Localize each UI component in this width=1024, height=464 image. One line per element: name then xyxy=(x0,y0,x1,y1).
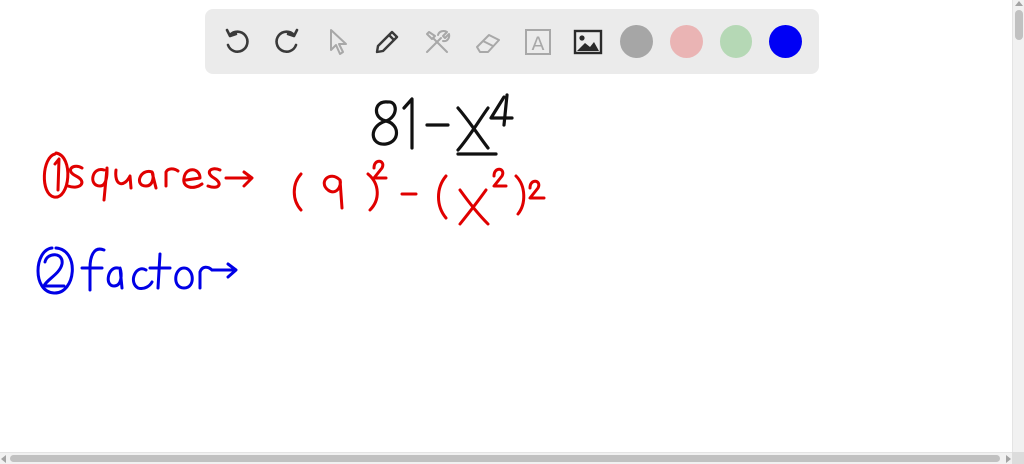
whiteboard-canvas[interactable]: A xyxy=(0,0,1012,452)
expression-81-minus-x4 xyxy=(371,93,514,156)
horizontal-scrollbar[interactable] xyxy=(0,452,1012,464)
redo-button[interactable] xyxy=(269,24,305,60)
redo-icon xyxy=(275,28,299,53)
tools-icon xyxy=(426,29,451,53)
step-2-factor xyxy=(36,246,238,295)
select-tool-button[interactable] xyxy=(319,24,355,60)
scrollbar-corner xyxy=(1012,452,1024,464)
step-1-squares xyxy=(42,151,546,226)
color-swatch-blue[interactable] xyxy=(769,25,802,58)
insert-image-button[interactable] xyxy=(570,24,606,60)
tools-button[interactable] xyxy=(420,24,456,60)
select-pointer-icon xyxy=(330,28,348,55)
eraser-icon xyxy=(475,33,500,53)
color-swatch-gray[interactable] xyxy=(620,25,653,58)
vertical-scroll-thumb[interactable] xyxy=(1015,10,1023,40)
text-tool-button[interactable]: A xyxy=(520,24,556,60)
undo-button[interactable] xyxy=(219,24,255,60)
image-icon xyxy=(573,29,603,54)
pen-icon xyxy=(376,30,399,53)
color-swatch-pink[interactable] xyxy=(669,25,703,58)
scroll-up-arrow-icon[interactable] xyxy=(1015,1,1023,6)
horizontal-scroll-thumb[interactable] xyxy=(10,455,1000,462)
scroll-right-arrow-icon[interactable] xyxy=(1006,455,1011,463)
undo-icon xyxy=(225,28,249,53)
eraser-tool-button[interactable] xyxy=(470,24,506,60)
text-box-icon: A xyxy=(524,28,551,55)
text-tool-glyph: A xyxy=(531,33,544,55)
scroll-left-arrow-icon[interactable] xyxy=(1,455,6,463)
drawing-toolbar: A xyxy=(205,9,819,74)
pen-tool-button[interactable] xyxy=(369,24,405,60)
vertical-scrollbar[interactable] xyxy=(1012,0,1024,452)
color-swatch-green[interactable] xyxy=(719,25,753,58)
